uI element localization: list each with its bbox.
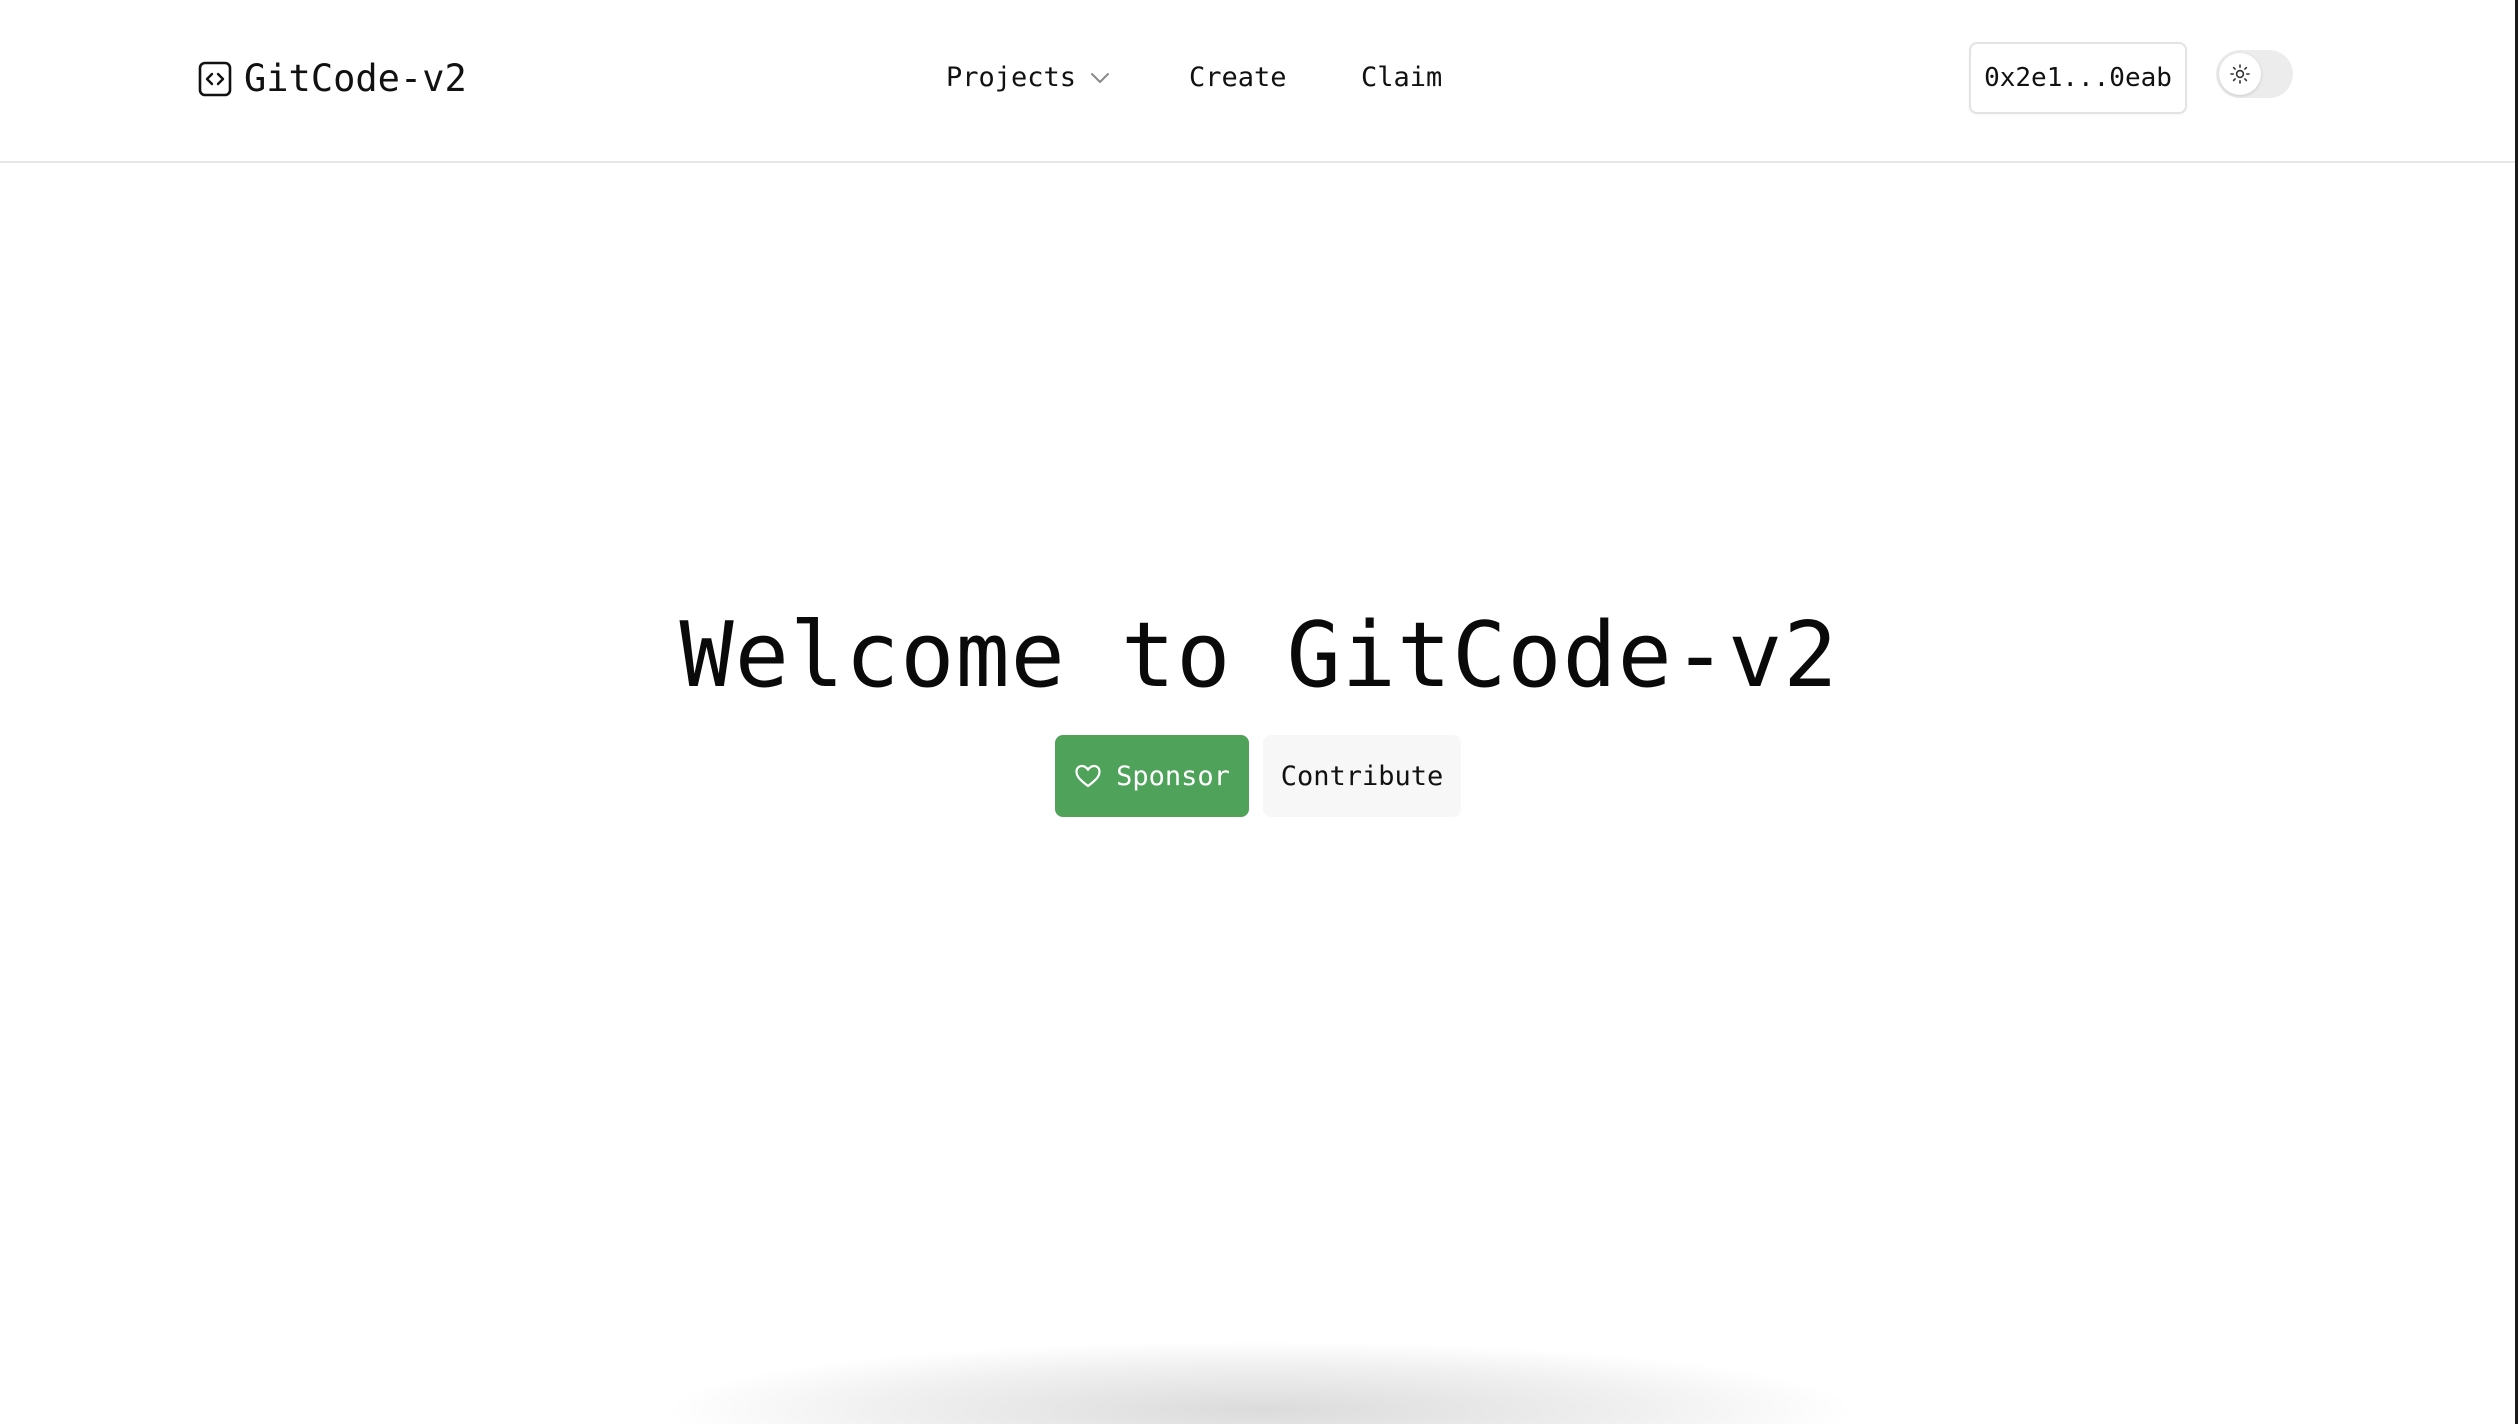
sponsor-button[interactable]: Sponsor xyxy=(1055,735,1249,817)
contribute-label: Contribute xyxy=(1280,760,1444,792)
heart-icon xyxy=(1075,764,1101,788)
sun-icon xyxy=(2230,64,2250,84)
main-nav: Projects Create Claim xyxy=(946,58,1442,98)
nav-create-label: Create xyxy=(1189,62,1287,93)
brand-logo-link[interactable]: GitCode-v2 xyxy=(198,56,467,102)
theme-toggle[interactable] xyxy=(2216,50,2293,98)
bottom-card-shadow xyxy=(660,1340,1860,1424)
sponsor-label: Sponsor xyxy=(1116,760,1230,792)
nav-projects-label: Projects xyxy=(946,62,1077,93)
chevron-down-icon xyxy=(1091,73,1110,83)
hero-actions: Sponsor Contribute xyxy=(1055,735,1461,817)
wallet-address-button[interactable]: 0x2e1...0eab xyxy=(1969,42,2187,114)
hero-title: Welcome to GitCode-v2 xyxy=(679,603,1839,708)
code-brackets-icon xyxy=(198,61,232,97)
contribute-button[interactable]: Contribute xyxy=(1263,735,1461,817)
top-nav-bar: GitCode-v2 Projects Create Claim 0x2e1..… xyxy=(0,0,2515,163)
nav-claim-label: Claim xyxy=(1361,62,1443,93)
theme-toggle-knob xyxy=(2219,53,2261,95)
brand-name: GitCode-v2 xyxy=(244,57,467,100)
nav-projects-dropdown[interactable]: Projects xyxy=(946,58,1110,98)
page: GitCode-v2 Projects Create Claim 0x2e1..… xyxy=(0,0,2518,1424)
nav-create-link[interactable]: Create xyxy=(1189,58,1287,98)
wallet-address: 0x2e1...0eab xyxy=(1984,63,2172,93)
nav-claim-link[interactable]: Claim xyxy=(1361,58,1442,98)
